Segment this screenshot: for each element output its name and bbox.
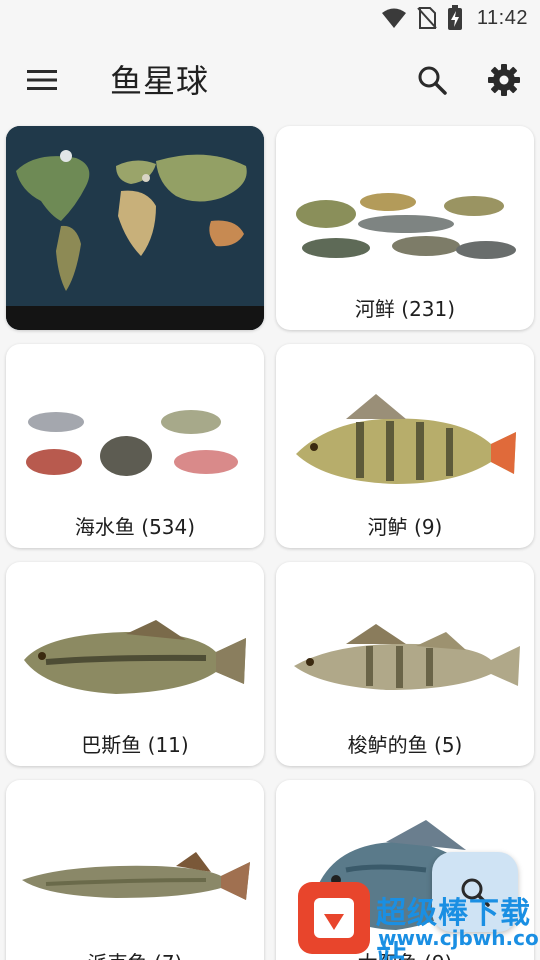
freshwater-fish-image — [296, 193, 516, 259]
settings-button[interactable] — [484, 60, 524, 100]
watermark-logo — [298, 882, 370, 954]
app-title: 鱼星球 — [110, 62, 210, 100]
menu-button[interactable] — [22, 62, 62, 98]
menu-icon — [27, 70, 57, 90]
category-label: 河鲜 (231) — [354, 297, 456, 321]
no-sim-icon — [417, 6, 437, 30]
category-card-zander[interactable]: 梭鲈的鱼 (5) — [276, 562, 534, 766]
perch-image — [296, 394, 516, 484]
watermark: 超级棒下载站 www.cjbwh.com — [298, 880, 540, 960]
category-label: 巴斯鱼 (11) — [81, 733, 189, 757]
battery-charging-icon — [447, 5, 463, 31]
category-label: 派克鱼 (7) — [6, 947, 264, 960]
category-card-bass[interactable]: 巴斯鱼 (11) — [6, 562, 264, 766]
pike-image — [22, 852, 250, 900]
wifi-icon — [381, 7, 407, 29]
app-bar: 鱼星球 — [0, 40, 540, 118]
category-label: 河鲈 (9) — [367, 515, 443, 539]
settings-icon — [488, 64, 520, 96]
saltwater-fish-image — [26, 410, 238, 476]
watermark-url: www.cjbwh.com — [378, 926, 540, 950]
world-map-image — [6, 126, 264, 330]
category-card-saltwater[interactable]: 海水鱼 (534) — [6, 344, 264, 548]
search-button[interactable] — [412, 60, 452, 100]
zander-image — [294, 624, 520, 690]
category-card-perch[interactable]: 河鲈 (9) — [276, 344, 534, 548]
status-time: 11:42 — [476, 6, 528, 29]
category-label: 海水鱼 (534) — [74, 515, 196, 539]
bass-image — [24, 620, 246, 694]
status-bar: 11:42 — [0, 0, 540, 36]
category-label: 梭鲈的鱼 (5) — [347, 733, 463, 757]
world-map-card[interactable] — [6, 126, 264, 330]
search-icon — [418, 66, 447, 95]
category-card-freshwater[interactable]: 河鲜 (231) — [276, 126, 534, 330]
category-card-pike[interactable]: 派克鱼 (7) — [6, 780, 264, 960]
